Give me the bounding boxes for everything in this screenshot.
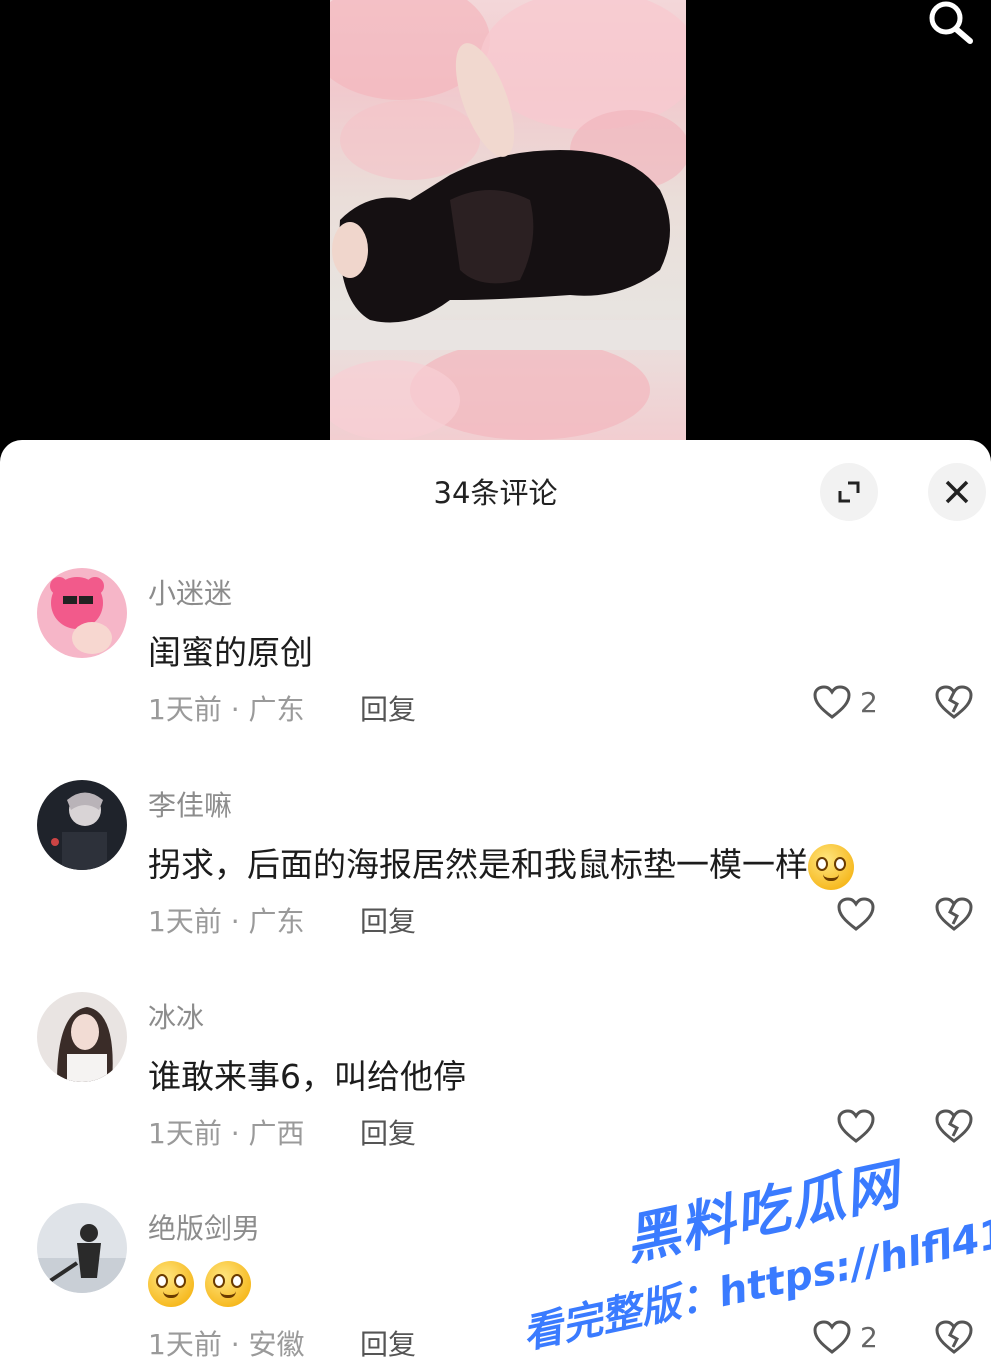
video-frame[interactable] [330, 0, 686, 444]
grin-emoji-icon [808, 843, 854, 890]
reply-button[interactable]: 回复 [360, 688, 416, 728]
search-icon [929, 1, 973, 44]
like-button[interactable] [836, 1108, 876, 1144]
avatar[interactable] [37, 1203, 127, 1293]
comment-time: 1天前 [148, 1328, 222, 1361]
dislike-button[interactable] [934, 896, 974, 936]
dislike-button[interactable] [934, 684, 974, 724]
username[interactable]: 李佳嘛 [148, 784, 232, 824]
meta-separator: · [221, 693, 249, 726]
expand-button[interactable] [820, 463, 878, 521]
close-icon [945, 480, 969, 504]
heart-icon [813, 1320, 851, 1354]
comment-time: 1天前 [148, 1117, 222, 1150]
meta-separator: · [221, 1117, 249, 1150]
heart-icon [837, 897, 875, 931]
close-button[interactable] [928, 463, 986, 521]
comment-time: 1天前 [148, 693, 222, 726]
like-button[interactable] [836, 896, 876, 932]
meta-separator: · [221, 1328, 249, 1361]
broken-heart-icon [935, 1109, 973, 1143]
like-count: 2 [860, 1320, 878, 1354]
comment-location: 广西 [248, 1117, 305, 1150]
broken-heart-icon [935, 897, 973, 931]
video-player[interactable] [0, 0, 991, 460]
video-still-image [330, 0, 686, 440]
comment-item: 李佳嘛 拐求，后面的海报居然是和我鼠标垫一模一样 1天前 · 广东 回复 [0, 780, 991, 992]
username[interactable]: 冰冰 [148, 996, 204, 1036]
avatar[interactable] [37, 568, 127, 658]
comment-location: 安徽 [248, 1328, 305, 1361]
like-count: 2 [860, 685, 878, 719]
like-button[interactable]: 2 [812, 684, 878, 720]
comment-text: 拐求，后面的海报居然是和我鼠标垫一模一样 [148, 838, 854, 890]
broken-heart-icon [935, 1320, 973, 1354]
comment-sheet: 34条评论 小迷迷 闺蜜的原创 1天前 · 广东 回复 2 李佳嘛 拐求，后面的… [0, 440, 991, 1372]
comment-text: 谁敢来事6，叫给他停 [148, 1057, 466, 1096]
comment-meta: 1天前 · 广东 [148, 900, 305, 940]
broken-heart-icon [935, 685, 973, 719]
comment-text [148, 1261, 251, 1307]
dislike-button[interactable] [934, 1319, 974, 1359]
search-button[interactable] [912, 0, 984, 52]
heart-icon [837, 1109, 875, 1143]
avatar[interactable] [37, 780, 127, 870]
comment-meta: 1天前 · 广东 [148, 688, 305, 728]
reply-button[interactable]: 回复 [360, 1112, 416, 1152]
username[interactable]: 小迷迷 [148, 572, 232, 612]
grin-emoji-icon [204, 1261, 251, 1307]
avatar[interactable] [37, 992, 127, 1082]
dislike-button[interactable] [934, 1108, 974, 1148]
comment-text: 闺蜜的原创 [148, 633, 313, 672]
comment-location: 广东 [248, 693, 305, 726]
comment-text-content: 拐求，后面的海报居然是和我鼠标垫一模一样 [148, 845, 808, 884]
grin-emoji-icon [148, 1261, 194, 1307]
meta-separator: · [221, 905, 249, 938]
comment-item: 冰冰 谁敢来事6，叫给他停 1天前 · 广西 回复 [0, 992, 991, 1204]
expand-icon [838, 481, 860, 503]
heart-icon [813, 685, 851, 719]
reply-button[interactable]: 回复 [360, 900, 416, 940]
comment-item: 绝版剑男 1天前 · 安徽 回复 2 [0, 1203, 991, 1372]
comment-time: 1天前 [148, 905, 222, 938]
comment-item: 小迷迷 闺蜜的原创 1天前 · 广东 回复 2 [0, 568, 991, 780]
comment-meta: 1天前 · 安徽 [148, 1323, 305, 1363]
comment-location: 广东 [248, 905, 305, 938]
username[interactable]: 绝版剑男 [148, 1207, 260, 1247]
comment-meta: 1天前 · 广西 [148, 1112, 305, 1152]
reply-button[interactable]: 回复 [360, 1323, 416, 1363]
like-button[interactable]: 2 [812, 1319, 878, 1355]
